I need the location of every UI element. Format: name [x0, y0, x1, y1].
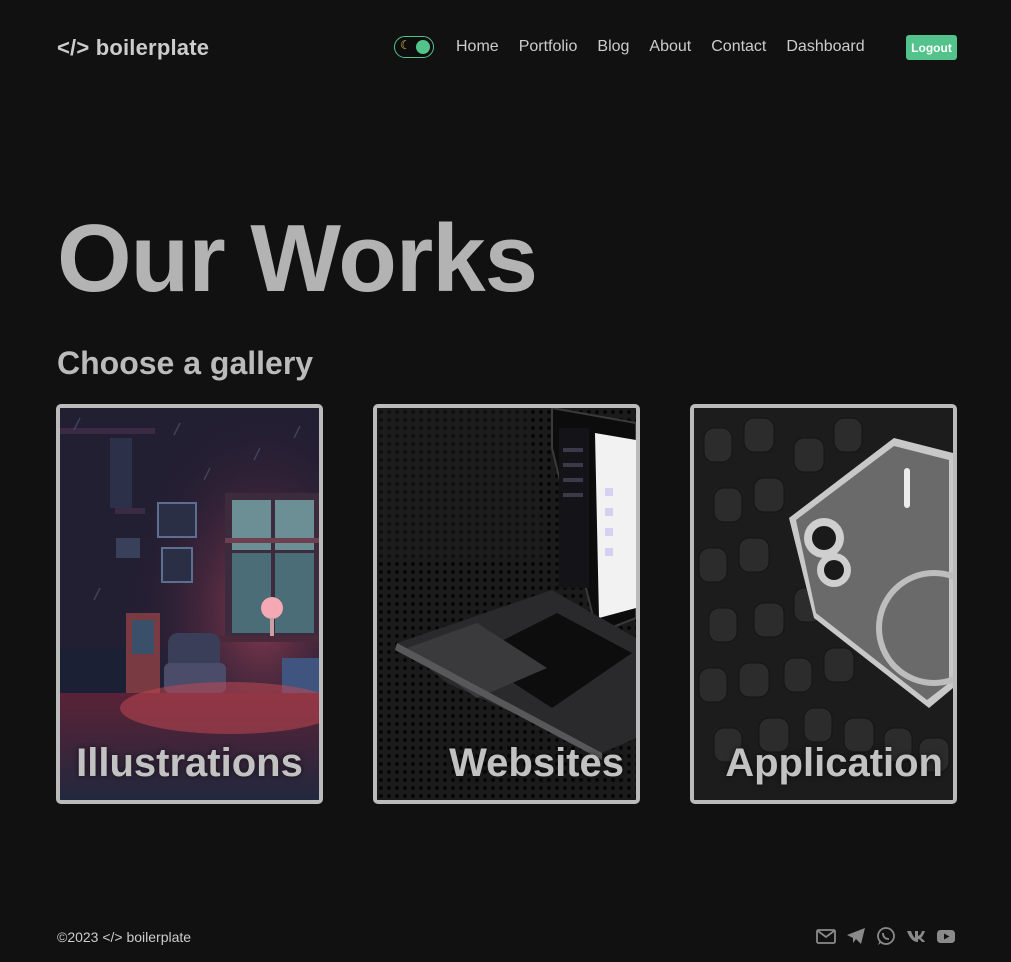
gallery-label: Application: [725, 741, 943, 785]
navbar: </> boilerplate ☾ Home Portfolio Blog Ab…: [0, 0, 1011, 94]
mail-icon[interactable]: [816, 926, 836, 946]
social-links: [816, 926, 956, 946]
gallery-card-illustrations[interactable]: Illustrations: [56, 404, 323, 804]
gallery-card-application[interactable]: Application: [690, 404, 957, 804]
nav-portfolio[interactable]: Portfolio: [519, 38, 578, 56]
nav-contact[interactable]: Contact: [711, 38, 766, 56]
gallery-subtitle: Choose a gallery: [57, 345, 314, 381]
gallery-label: Websites: [449, 741, 624, 785]
logout-button[interactable]: Logout: [906, 35, 957, 60]
nav-dashboard[interactable]: Dashboard: [786, 38, 864, 56]
youtube-icon[interactable]: [936, 926, 956, 946]
telegram-icon[interactable]: [846, 926, 866, 946]
nav-home[interactable]: Home: [456, 38, 499, 56]
gallery-label: Illustrations: [76, 741, 303, 785]
moon-icon: ☾: [400, 38, 411, 52]
logo[interactable]: </> boilerplate: [57, 35, 209, 61]
nav-blog[interactable]: Blog: [597, 38, 629, 56]
nav-about[interactable]: About: [649, 38, 691, 56]
gallery-card-websites[interactable]: Websites: [373, 404, 640, 804]
nav-links: Home Portfolio Blog About Contact Dashbo…: [456, 38, 865, 56]
footer-copyright: ©2023 </> boilerplate: [57, 929, 192, 945]
theme-toggle[interactable]: ☾: [394, 36, 434, 58]
whatsapp-icon[interactable]: [876, 926, 896, 946]
vk-icon[interactable]: [906, 926, 926, 946]
toggle-knob: [416, 40, 430, 54]
page-title: Our Works: [57, 205, 538, 312]
